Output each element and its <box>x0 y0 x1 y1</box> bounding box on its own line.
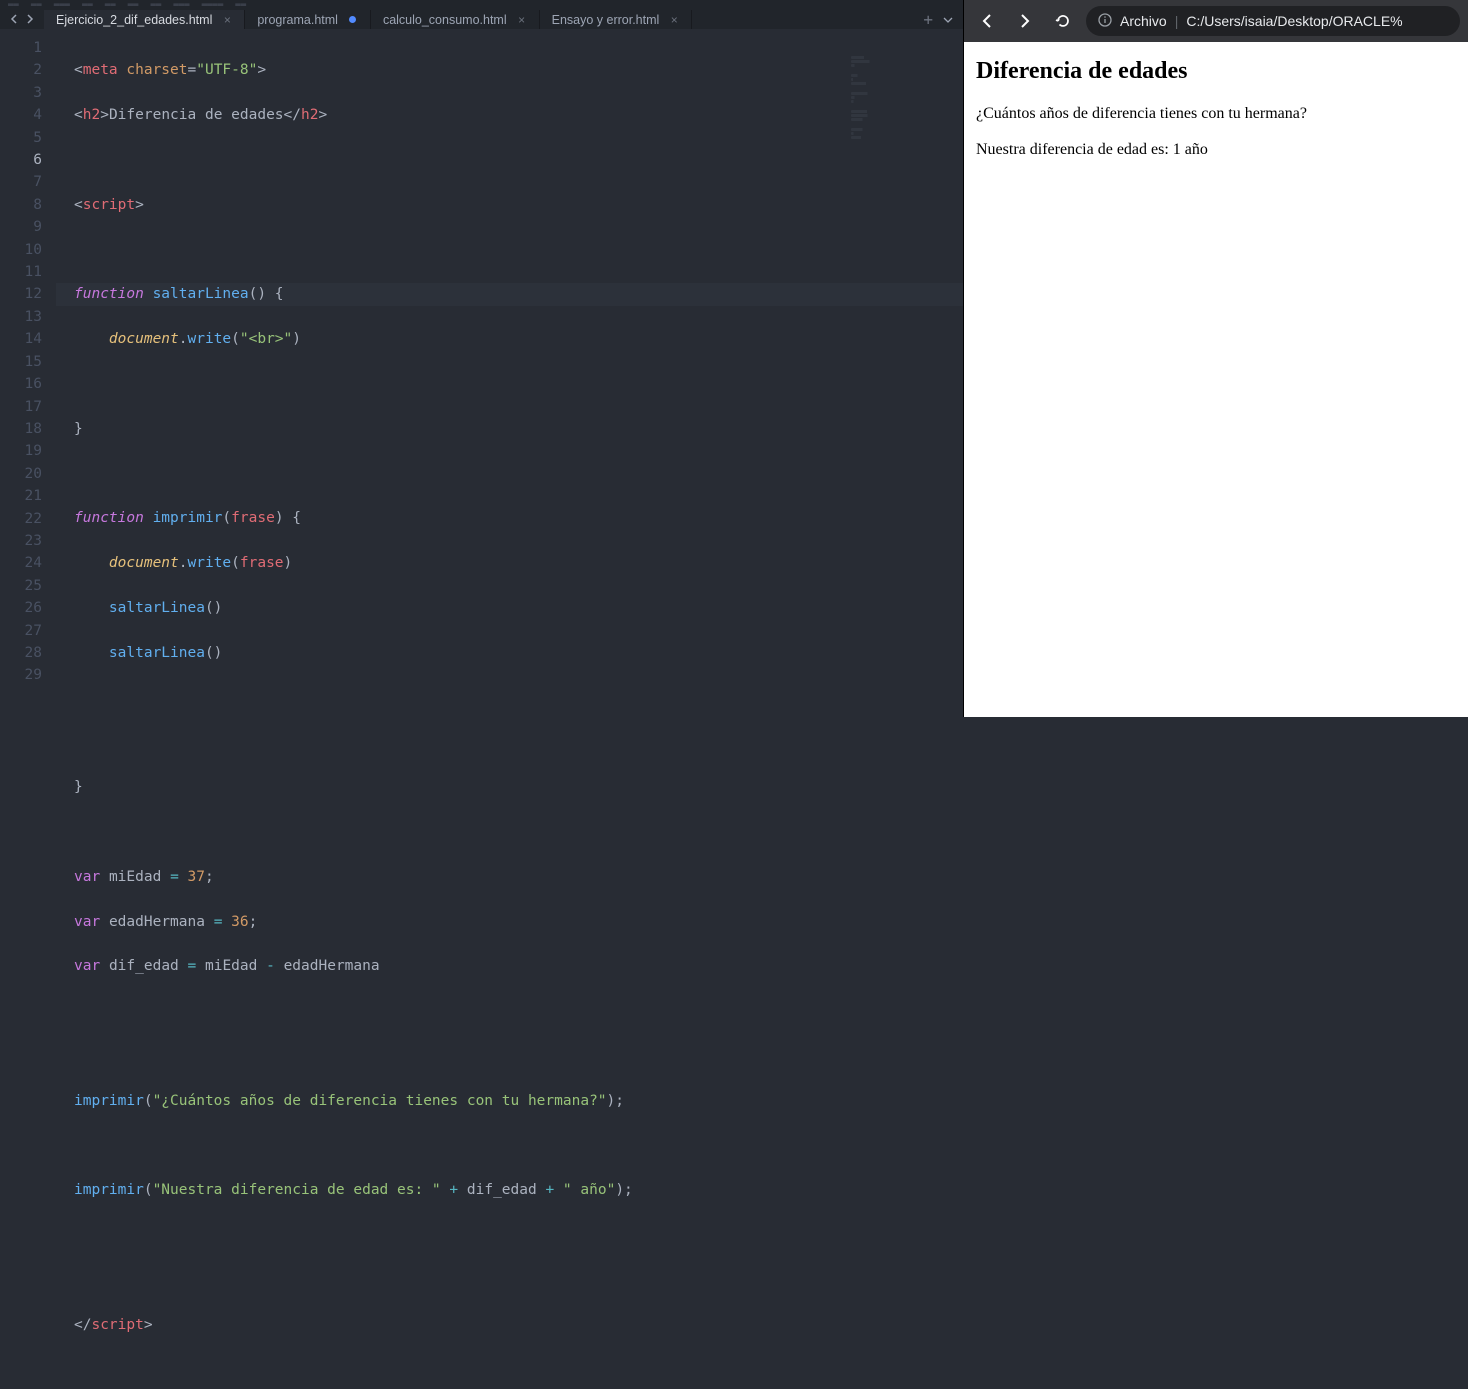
menu-item[interactable]: ▬▬ <box>8 0 19 10</box>
info-icon[interactable] <box>1098 13 1112 30</box>
url-scheme: Archivo <box>1120 13 1167 29</box>
editor-body[interactable]: 1 2 3 4 5 6 7 8 9 10 11 12 13 14 15 16 1… <box>0 29 963 1389</box>
reload-button[interactable] <box>1048 6 1078 36</box>
tab-menu-icon[interactable] <box>943 10 953 29</box>
close-icon[interactable]: × <box>222 15 232 25</box>
browser-viewport: Diferencia de edades ¿Cuántos años de di… <box>964 42 1468 717</box>
tab-label: programa.html <box>257 13 338 27</box>
close-icon[interactable]: × <box>517 15 527 25</box>
url-bar[interactable]: Archivo | C:/Users/isaia/Desktop/ORACLE% <box>1086 6 1460 36</box>
tab-label: Ejercicio_2_dif_edades.html <box>56 13 212 27</box>
menu-item[interactable]: ▬▬▬ <box>54 0 70 10</box>
tab-programa[interactable]: programa.html <box>245 10 371 29</box>
tab-label: Ensayo y error.html <box>552 13 660 27</box>
menu-item[interactable]: ▬▬▬▬ <box>202 0 224 10</box>
tab-prev-icon[interactable] <box>8 10 20 29</box>
tab-bar: Ejercicio_2_dif_edades.html × programa.h… <box>0 10 963 29</box>
tab-calculo-consumo[interactable]: calculo_consumo.html × <box>371 10 540 29</box>
forward-button[interactable] <box>1010 6 1040 36</box>
page-paragraph-1: ¿Cuántos años de diferencia tienes con t… <box>976 105 1456 123</box>
menu-item[interactable]: ▬▬▬ <box>173 0 189 10</box>
menu-item[interactable]: ▬▬ <box>128 0 139 10</box>
close-icon[interactable]: × <box>669 15 679 25</box>
tab-nav <box>0 10 44 29</box>
line-gutter: 1 2 3 4 5 6 7 8 9 10 11 12 13 14 15 16 1… <box>0 29 56 1389</box>
menu-item[interactable]: ▬▬ <box>82 0 93 10</box>
page-paragraph-2: Nuestra diferencia de edad es: 1 año <box>976 141 1456 159</box>
editor-pane: ▬▬ ▬▬ ▬▬▬ ▬▬ ▬▬ ▬▬ ▬▬ ▬▬▬ ▬▬▬▬ ▬▬ Ejerci… <box>0 0 963 717</box>
tab-label: calculo_consumo.html <box>383 13 507 27</box>
minimap[interactable] <box>851 50 961 140</box>
tab-ejercicio2[interactable]: Ejercicio_2_dif_edades.html × <box>44 10 245 29</box>
new-tab-icon[interactable]: + <box>923 10 933 29</box>
menu-item[interactable]: ▬▬ <box>31 0 42 10</box>
page-heading: Diferencia de edades <box>976 58 1456 85</box>
menu-item[interactable]: ▬▬ <box>150 0 161 10</box>
tab-ensayo-error[interactable]: Ensayo y error.html × <box>540 10 693 29</box>
code-area[interactable]: <meta charset="UTF-8"> <h2>Diferencia de… <box>56 29 963 1389</box>
url-separator: | <box>1175 13 1179 29</box>
browser-toolbar: Archivo | C:/Users/isaia/Desktop/ORACLE% <box>964 0 1468 42</box>
url-path: C:/Users/isaia/Desktop/ORACLE% <box>1186 13 1402 29</box>
menu-item[interactable]: ▬▬ <box>105 0 116 10</box>
menu-item[interactable]: ▬▬ <box>235 0 246 10</box>
tab-next-icon[interactable] <box>24 10 36 29</box>
browser-pane: Archivo | C:/Users/isaia/Desktop/ORACLE%… <box>963 0 1468 717</box>
back-button[interactable] <box>972 6 1002 36</box>
modified-indicator-icon[interactable] <box>348 15 358 25</box>
menubar: ▬▬ ▬▬ ▬▬▬ ▬▬ ▬▬ ▬▬ ▬▬ ▬▬▬ ▬▬▬▬ ▬▬ <box>0 0 963 10</box>
